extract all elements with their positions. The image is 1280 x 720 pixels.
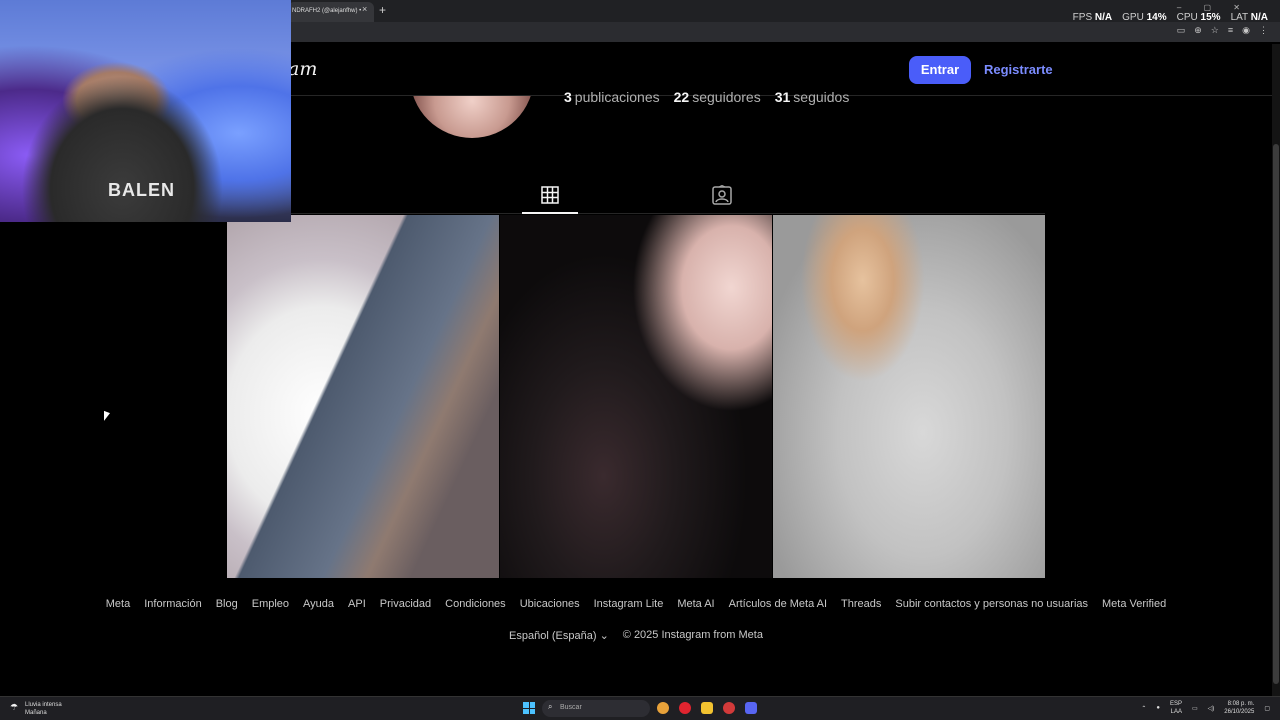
opera-icon[interactable] bbox=[679, 702, 691, 714]
notifications-icon[interactable]: ▢ bbox=[1264, 705, 1270, 712]
language-selector[interactable]: Español (España) ⌄ bbox=[509, 629, 609, 642]
window-controls[interactable]: ‒ ▢ ✕ bbox=[1177, 3, 1250, 12]
footer-links: Meta Información Blog Empleo Ayuda API P… bbox=[0, 598, 1272, 610]
extensions-icon[interactable]: ≡ bbox=[1228, 25, 1233, 36]
shirt-text: BALEN bbox=[108, 180, 175, 200]
followers-label: seguidores bbox=[692, 89, 761, 105]
profile-stats: 3 publicaciones 22 seguidores 31 seguidos bbox=[564, 89, 849, 105]
clock[interactable]: 8:08 p. m. 26/10/2025 bbox=[1224, 700, 1254, 716]
footer-link[interactable]: Meta AI bbox=[677, 598, 714, 610]
language-indicator[interactable]: ESP LAA bbox=[1170, 700, 1182, 716]
tab-tagged[interactable] bbox=[704, 181, 740, 214]
following-label: seguidos bbox=[793, 89, 850, 105]
taskbar-search[interactable]: Buscar bbox=[542, 700, 650, 717]
windows-start-icon[interactable] bbox=[523, 702, 535, 714]
volume-icon[interactable]: ◁) bbox=[1208, 705, 1215, 712]
footer-link[interactable]: Información bbox=[144, 598, 201, 610]
file-explorer-icon[interactable] bbox=[701, 702, 713, 714]
menu-dots-icon[interactable]: ⋮ bbox=[1259, 25, 1268, 36]
weather-widget[interactable]: Lluvia intensa Mañana bbox=[25, 701, 62, 717]
chevron-down-icon: ⌄ bbox=[599, 630, 609, 642]
footer-link[interactable]: Ayuda bbox=[303, 598, 334, 610]
mouse-cursor-icon bbox=[104, 410, 110, 424]
new-tab-icon[interactable]: + bbox=[379, 3, 386, 17]
weather-rain-icon[interactable]: ☂ bbox=[10, 702, 18, 713]
grid-icon bbox=[541, 186, 559, 204]
profile-icon[interactable]: ◉ bbox=[1242, 25, 1250, 36]
windows-taskbar: ☂ Lluvia intensa Mañana Buscar ⌕ ⌃ ● ESP… bbox=[0, 696, 1280, 720]
scrollbar-thumb[interactable] bbox=[1273, 144, 1279, 684]
footer-link[interactable]: Artículos de Meta AI bbox=[729, 598, 827, 610]
followers-stat[interactable]: 22 seguidores bbox=[674, 89, 761, 105]
cast-icon[interactable]: ▭ bbox=[1177, 25, 1186, 36]
posts-grid bbox=[227, 215, 1045, 578]
clock-time: 8:08 p. m. bbox=[1227, 701, 1255, 707]
network-icon[interactable]: ▭ bbox=[1192, 705, 1198, 712]
footer-link[interactable]: Meta bbox=[106, 598, 130, 610]
footer-link[interactable]: Empleo bbox=[252, 598, 289, 610]
tabs-divider bbox=[227, 213, 1045, 214]
weather-subtitle: Mañana bbox=[25, 710, 47, 716]
footer-link[interactable]: Privacidad bbox=[380, 598, 431, 610]
bookmark-star-icon[interactable]: ☆ bbox=[1211, 25, 1219, 36]
following-stat[interactable]: 31 seguidos bbox=[775, 89, 850, 105]
page-scrollbar[interactable] bbox=[1272, 44, 1280, 696]
language-bottom: LAA bbox=[1170, 709, 1182, 715]
post-thumbnail[interactable] bbox=[227, 215, 499, 578]
clock-date: 26/10/2025 bbox=[1224, 709, 1255, 715]
zoom-icon[interactable]: ⊕ bbox=[1194, 25, 1202, 36]
following-count: 31 bbox=[774, 89, 791, 105]
footer-link[interactable]: Subir contactos y personas no usuarias bbox=[895, 598, 1088, 610]
instagram-logo[interactable]: am bbox=[288, 58, 317, 80]
post-thumbnail[interactable] bbox=[500, 215, 772, 578]
posts-count: 3 bbox=[564, 89, 572, 105]
language-top: ESP bbox=[1169, 701, 1182, 707]
tab-title: NDRAFH2 (@alejanfhw) • bbox=[292, 8, 362, 14]
profile-avatar[interactable] bbox=[410, 96, 534, 138]
app-icon[interactable] bbox=[723, 702, 735, 714]
footer-link[interactable]: Meta Verified bbox=[1102, 598, 1166, 610]
avatar-image bbox=[410, 96, 534, 138]
discord-icon[interactable] bbox=[745, 702, 757, 714]
weather-title: Lluvia intensa bbox=[25, 702, 62, 708]
footer-link[interactable]: Blog bbox=[216, 598, 238, 610]
footer-link[interactable]: Instagram Lite bbox=[594, 598, 664, 610]
signup-link[interactable]: Registrarte bbox=[984, 62, 1053, 77]
search-icon: ⌕ bbox=[548, 702, 553, 711]
copyright-text: © 2025 Instagram from Meta bbox=[622, 629, 763, 641]
tab-posts-grid[interactable] bbox=[522, 181, 578, 214]
footer-link[interactable]: Threads bbox=[841, 598, 881, 610]
system-tray: ⌃ ● ESP LAA ▭ ◁) 8:08 p. m. 26/10/2025 ▢ bbox=[1141, 700, 1270, 716]
followers-count: 22 bbox=[673, 89, 690, 105]
language-label: Español (España) bbox=[509, 630, 597, 642]
posts-stat: 3 publicaciones bbox=[564, 89, 660, 105]
chevron-up-icon[interactable]: ⌃ bbox=[1141, 705, 1146, 712]
footer-link[interactable]: Ubicaciones bbox=[520, 598, 580, 610]
footer-meta: Español (España) ⌄ © 2025 Instagram from… bbox=[0, 629, 1272, 642]
footer-link[interactable]: API bbox=[348, 598, 366, 610]
footer-link[interactable]: Condiciones bbox=[445, 598, 506, 610]
chrome-icon[interactable] bbox=[657, 702, 669, 714]
close-tab-icon[interactable]: × bbox=[362, 4, 367, 14]
login-button[interactable]: Entrar bbox=[909, 56, 971, 84]
search-placeholder: Buscar bbox=[560, 704, 582, 711]
microphone-icon[interactable]: ● bbox=[1156, 705, 1160, 711]
posts-label: publicaciones bbox=[574, 89, 660, 105]
post-thumbnail[interactable] bbox=[773, 215, 1045, 578]
tagged-person-icon bbox=[712, 185, 732, 205]
webcam-overlay: BALEN bbox=[0, 0, 291, 222]
